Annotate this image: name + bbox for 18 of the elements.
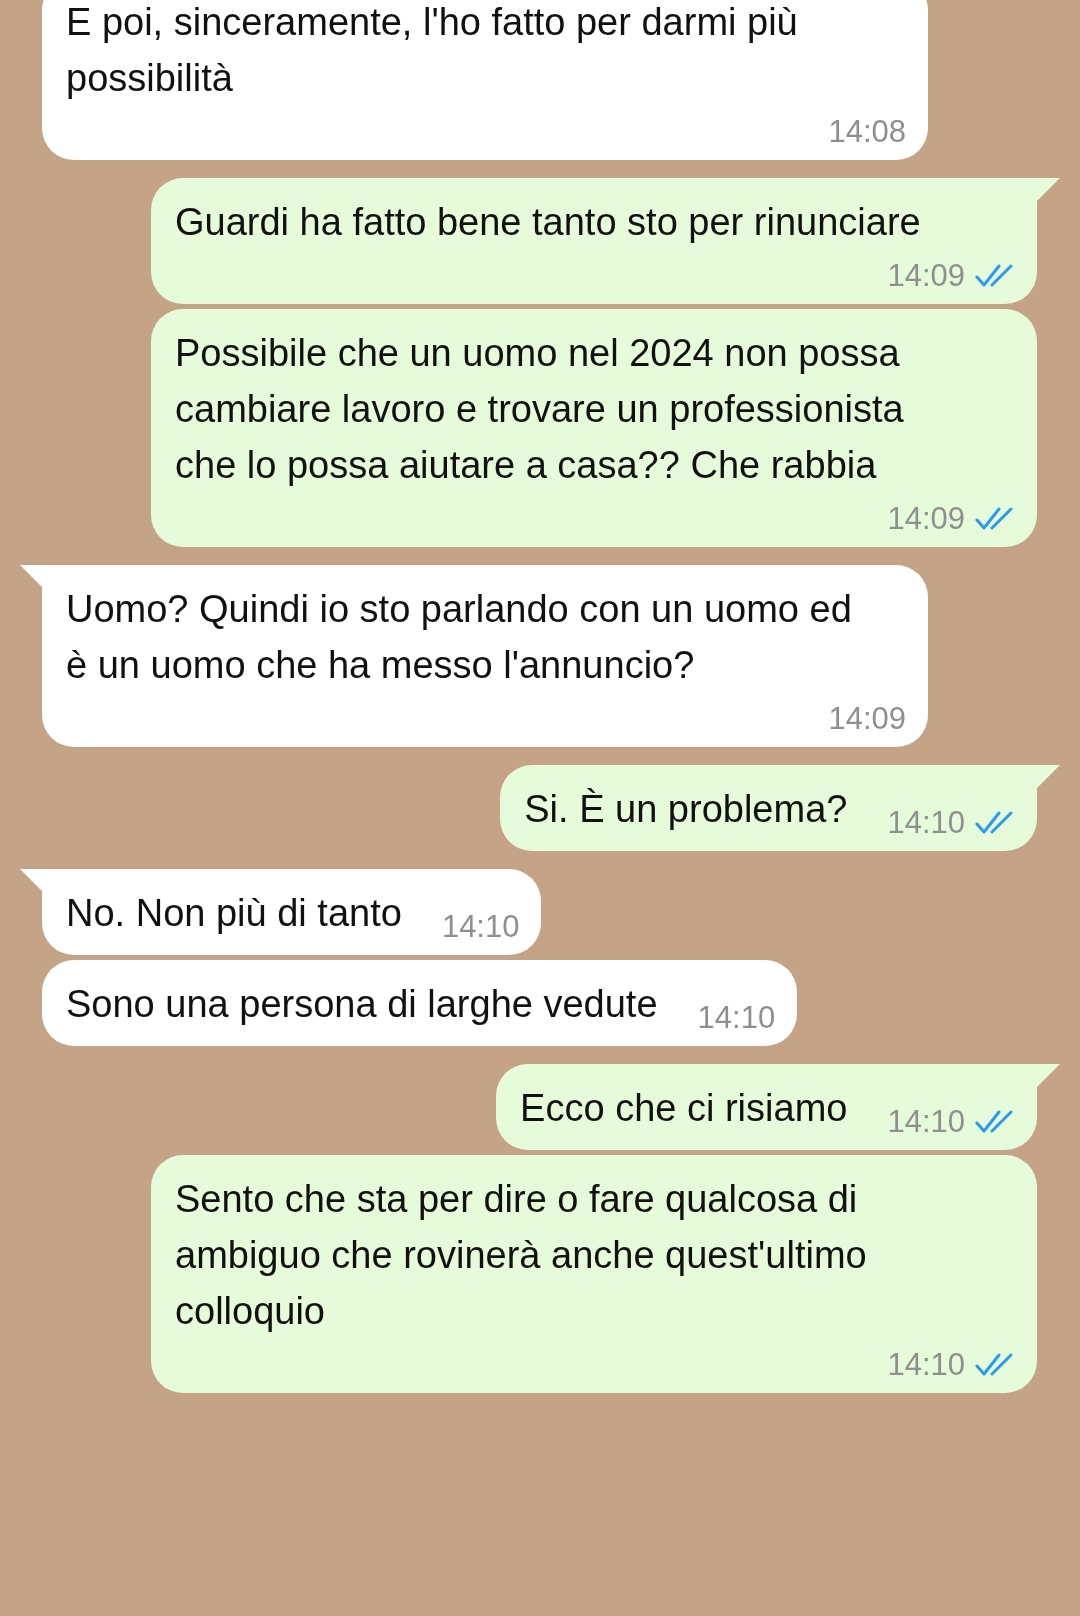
message-text: No. Non più di tanto [66, 891, 402, 936]
message-text: Sento che sta per dire o fare qualcosa di ambiguo che rovinerà anche quest'ultimo colloquio [175, 1177, 868, 1334]
message-time: 14:10 [887, 804, 965, 842]
message-time: 14:10 [697, 999, 776, 1037]
message-text: Uomo? Quindi io sto parlando con un uomo ed è un uomo che ha messo l'annuncio? [66, 587, 853, 688]
message-time: 14:08 [828, 113, 906, 151]
message-time: 14:10 [887, 1103, 965, 1141]
message-text: Possibile che un uomo nel 2024 non possa cambiare lavoro e trovare un professionista che lo possa aiutare a casa?? Che rabbia [175, 331, 905, 488]
message-time: 14:09 [828, 700, 906, 738]
message-time: 14:10 [887, 1346, 965, 1384]
message-time: 14:10 [441, 908, 520, 946]
message-text: Si. È un problema? [524, 787, 848, 832]
message-text: Sono una persona di larghe vedute [66, 982, 658, 1027]
message-text: Ecco che ci risiamo [520, 1086, 848, 1131]
message-text: Guardi ha fatto bene tanto sto per rinunciare [175, 200, 921, 245]
message-time: 14:09 [887, 257, 965, 295]
message-time: 14:09 [887, 500, 965, 538]
message-text: E poi, sinceramente, l'ho fatto per darmi più possibilità [66, 0, 799, 101]
